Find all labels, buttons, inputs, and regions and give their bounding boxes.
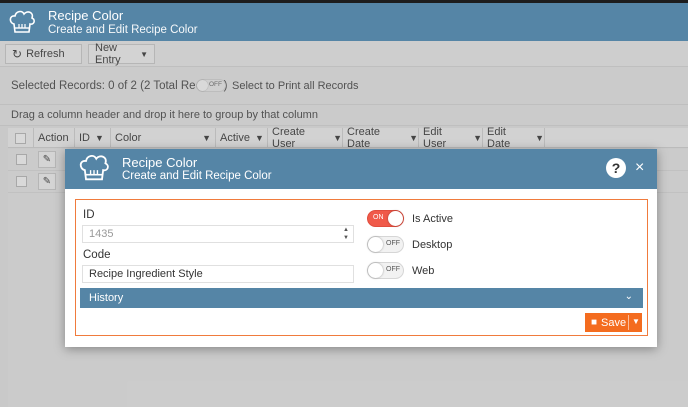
switch-state: ON — [373, 214, 384, 221]
caret-down-icon[interactable]: ▼ — [632, 317, 640, 326]
is-active-label: Is Active — [412, 213, 453, 225]
close-icon[interactable]: × — [635, 159, 644, 177]
dialog-header: Recipe Color Create and Edit Recipe Colo… — [65, 149, 657, 189]
code-label: Code — [83, 249, 111, 261]
chef-hat-icon — [9, 10, 35, 33]
switch-knob — [368, 263, 383, 278]
app-subtitle: Create and Edit Recipe Color — [48, 24, 198, 36]
split-divider — [628, 315, 629, 330]
history-label: History — [89, 292, 124, 304]
number-spinner[interactable]: ▲ ▼ — [341, 226, 351, 242]
dialog-form: ID 1435 ▲ ▼ Code Recipe Ingredient Style … — [75, 199, 648, 336]
web-switch[interactable]: OFF — [367, 262, 404, 279]
save-button[interactable]: ■ Save ▼ — [585, 313, 642, 332]
save-label: Save — [601, 316, 627, 329]
id-value: 1435 — [89, 228, 114, 240]
desktop-label: Desktop — [412, 239, 453, 251]
help-icon[interactable]: ? — [606, 158, 626, 178]
id-label: ID — [83, 209, 95, 221]
chevron-down-icon: ⌄ — [624, 291, 633, 302]
code-field[interactable]: Recipe Ingredient Style — [82, 265, 354, 283]
switch-state: OFF — [386, 266, 400, 273]
app-header: Recipe Color Create and Edit Recipe Colo… — [0, 3, 688, 41]
edit-dialog: Recipe Color Create and Edit Recipe Colo… — [65, 149, 657, 347]
dialog-title: Recipe Color — [122, 155, 198, 170]
desktop-switch[interactable]: OFF — [367, 236, 404, 253]
web-label: Web — [412, 265, 435, 277]
floppy-disk-icon: ■ — [591, 317, 598, 328]
switch-state: OFF — [386, 240, 400, 247]
chef-hat-icon — [79, 155, 109, 181]
switch-knob — [388, 211, 403, 226]
app-title: Recipe Color — [48, 8, 124, 23]
code-value: Recipe Ingredient Style — [89, 268, 203, 280]
dialog-subtitle: Create and Edit Recipe Color — [122, 170, 272, 182]
history-panel-header[interactable]: History ⌄ — [80, 288, 643, 308]
switch-knob — [368, 237, 383, 252]
id-field[interactable]: 1435 ▲ ▼ — [82, 225, 354, 243]
is-active-switch[interactable]: ON — [367, 210, 404, 227]
